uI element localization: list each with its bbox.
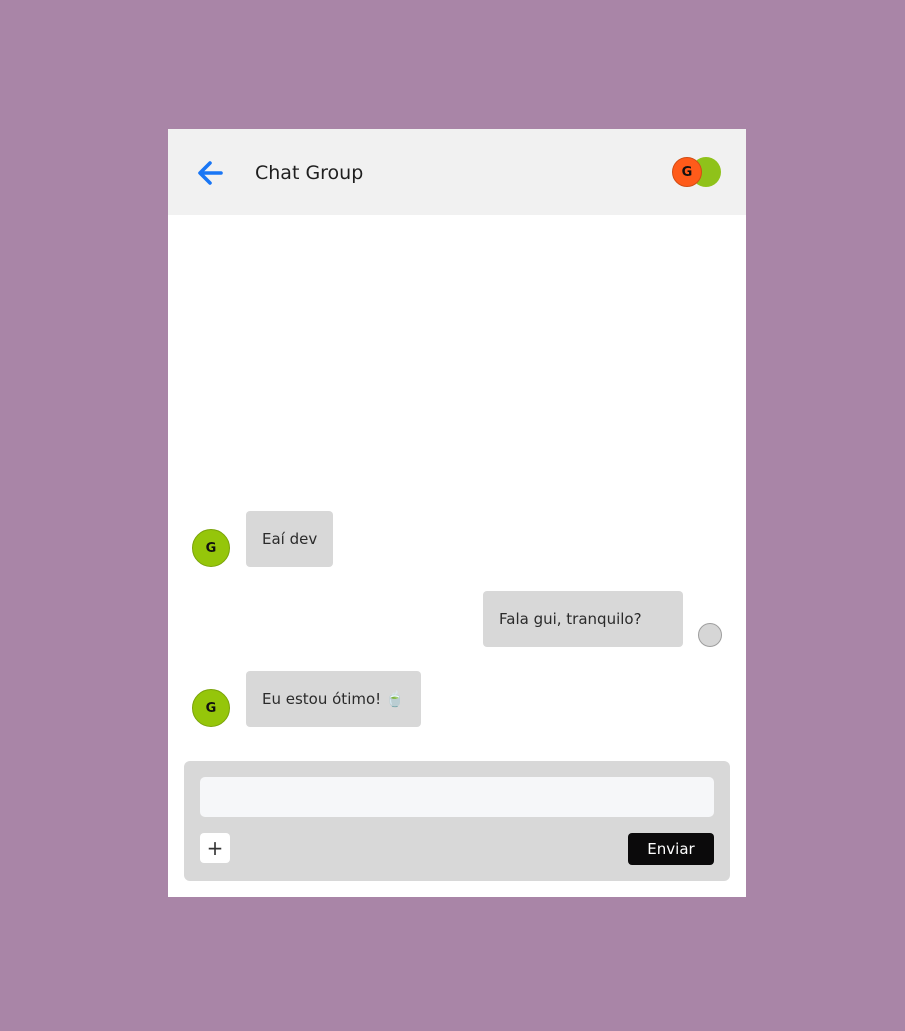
sender-avatar: G <box>192 529 230 567</box>
chat-window: Chat Group G G Eaí dev Fala gui, tranqui… <box>168 129 746 897</box>
message-text: Eu estou ótimo! 🍵 <box>262 690 405 708</box>
message-bubble: Eu estou ótimo! 🍵 <box>246 671 421 727</box>
message-bubble: Eaí dev <box>246 511 334 567</box>
sender-avatar: G <box>192 689 230 727</box>
message-bubble-own: Fala gui, tranquilo? <box>483 591 683 647</box>
arrow-left-icon <box>198 161 223 185</box>
own-avatar <box>698 623 722 647</box>
back-button[interactable] <box>194 157 226 189</box>
chat-header: Chat Group G <box>168 129 746 215</box>
message-text: Eaí dev <box>262 530 318 548</box>
message-text: Fala gui, tranquilo? <box>499 610 642 628</box>
participant-avatar[interactable]: G <box>672 157 702 187</box>
chat-title: Chat Group <box>255 162 364 184</box>
message-input[interactable] <box>200 777 714 817</box>
send-button[interactable]: Enviar <box>628 833 714 865</box>
message-composer: + Enviar <box>184 761 730 881</box>
attach-button[interactable]: + <box>200 833 230 863</box>
